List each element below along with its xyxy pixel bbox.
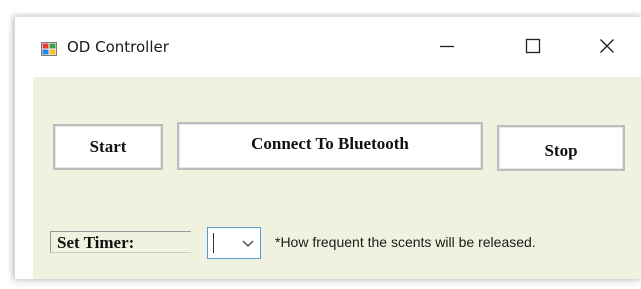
maximize-button[interactable]: [513, 33, 553, 63]
start-button[interactable]: Start: [53, 124, 163, 170]
minimize-button[interactable]: [427, 33, 467, 63]
windows-forms-icon: [41, 41, 57, 57]
minimize-icon: [438, 37, 456, 60]
timer-dropdown[interactable]: [207, 227, 261, 259]
chevron-down-icon[interactable]: [240, 236, 256, 250]
set-timer-label: Set Timer:: [50, 231, 191, 253]
timer-hint-text: *How frequent the scents will be release…: [275, 234, 536, 250]
connect-bluetooth-button[interactable]: Connect To Bluetooth: [177, 122, 483, 170]
close-icon: [598, 37, 616, 60]
window-title: OD Controller: [67, 38, 169, 56]
app-window: OD Controller Start Connect To Bluetooth…: [14, 16, 641, 279]
title-bar[interactable]: OD Controller: [15, 17, 641, 77]
close-button[interactable]: [587, 33, 627, 63]
text-caret: [213, 233, 214, 253]
stop-button[interactable]: Stop: [497, 125, 625, 171]
maximize-icon: [524, 37, 542, 60]
form-client-area: Start Connect To Bluetooth Stop Set Time…: [33, 77, 641, 279]
